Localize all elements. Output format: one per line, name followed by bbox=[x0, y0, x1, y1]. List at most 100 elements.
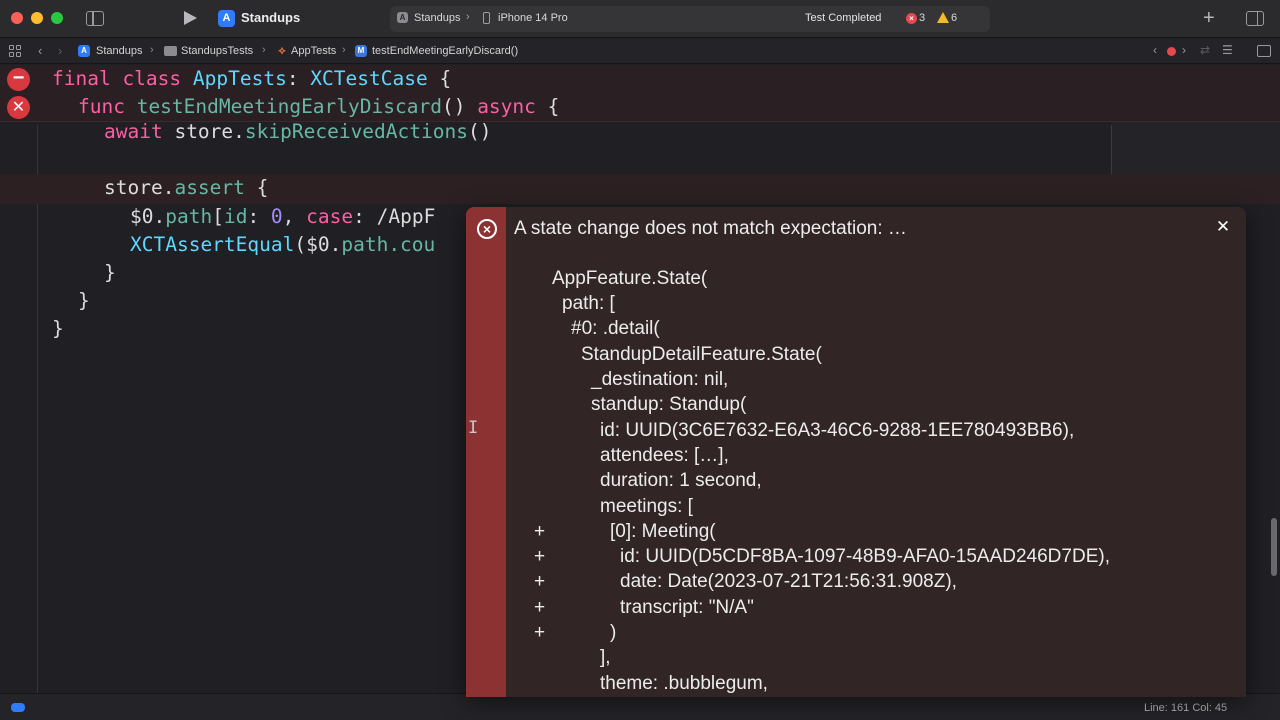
code-line-brace[interactable]: } bbox=[78, 289, 90, 312]
scheme-icon: A bbox=[397, 12, 408, 23]
chevron-right-icon: › bbox=[466, 11, 470, 23]
window-close-button[interactable] bbox=[11, 12, 23, 24]
ibeam-cursor-icon: I bbox=[468, 418, 479, 438]
title-bar: A Standups A Standups › iPhone 14 Pro Te… bbox=[0, 0, 1280, 38]
keyword: await bbox=[104, 120, 175, 143]
error-icon[interactable]: × bbox=[906, 13, 917, 24]
editor-options-icon[interactable]: ☰ bbox=[1222, 43, 1233, 57]
diff-line: path: [ bbox=[562, 293, 615, 314]
app-icon: A bbox=[78, 45, 90, 57]
diff-line: ], bbox=[600, 647, 611, 668]
diff-line: meetings: [ bbox=[600, 496, 693, 517]
forward-icon[interactable]: › bbox=[58, 43, 62, 58]
minimap[interactable] bbox=[1112, 122, 1280, 182]
diff-line: duration: 1 second, bbox=[600, 470, 762, 491]
diff-line: theme: .bubblegum, bbox=[600, 673, 768, 694]
split-editor-icon[interactable] bbox=[1257, 45, 1271, 57]
identifier: $0. bbox=[130, 205, 166, 228]
diff-line: standup: Standup( bbox=[591, 394, 747, 415]
diff-added-line: [0]: Meeting( bbox=[610, 521, 716, 542]
diff-added-marker: + bbox=[534, 521, 546, 542]
warning-icon[interactable] bbox=[937, 12, 949, 23]
function-name: testEndMeetingEarlyDiscard bbox=[136, 95, 442, 118]
superclass-name: XCTestCase bbox=[310, 67, 428, 90]
app-icon: A bbox=[218, 10, 235, 27]
breadcrumb-project[interactable]: Standups bbox=[96, 45, 142, 57]
indent-guide bbox=[37, 125, 38, 693]
code-line-await[interactable]: await store.skipReceivedActions() bbox=[104, 120, 491, 143]
run-icon[interactable] bbox=[184, 11, 197, 25]
error-minus-icon[interactable]: − bbox=[7, 68, 30, 91]
issue-error-icon[interactable] bbox=[1167, 47, 1176, 56]
punctuation: ($0. bbox=[294, 233, 342, 256]
inspector-toggle-icon[interactable] bbox=[1246, 11, 1264, 26]
code-line-assert[interactable]: store.assert { bbox=[104, 176, 268, 199]
code-line-func[interactable]: func testEndMeetingEarlyDiscard() async … bbox=[78, 95, 559, 118]
diff-line: attendees: […], bbox=[600, 445, 729, 466]
diff-line: #0: .detail( bbox=[571, 318, 660, 339]
error-count[interactable]: 3 bbox=[919, 12, 925, 24]
punctuation: : bbox=[286, 67, 311, 90]
vertical-scrollbar[interactable] bbox=[1271, 518, 1277, 576]
warning-count[interactable]: 6 bbox=[951, 12, 957, 24]
keyword: case bbox=[306, 205, 354, 228]
close-icon[interactable]: ✕ bbox=[1213, 217, 1233, 237]
chevron-right-icon: › bbox=[342, 44, 346, 56]
punctuation: [ bbox=[212, 205, 224, 228]
project-name[interactable]: Standups bbox=[241, 10, 300, 25]
breadcrumb-file[interactable]: AppTests bbox=[291, 45, 336, 57]
sidebar-toggle-icon[interactable] bbox=[86, 11, 104, 26]
diff-line: _destination: nil, bbox=[591, 369, 729, 390]
keyword: final class bbox=[52, 67, 193, 90]
code-line-xctassert[interactable]: XCTAssertEqual($0.path.cou bbox=[130, 233, 435, 256]
breadcrumb-group[interactable]: StandupsTests bbox=[181, 45, 253, 57]
window-zoom-button[interactable] bbox=[51, 12, 63, 24]
diff-line: AppFeature.State( bbox=[552, 268, 708, 289]
sticky-scope-header: − final class AppTests: XCTestCase { ✕ f… bbox=[0, 65, 1280, 122]
method-call: skipReceivedActions bbox=[244, 120, 468, 143]
back-icon[interactable]: ‹ bbox=[38, 43, 42, 58]
scheme-selector[interactable]: Standups bbox=[414, 12, 460, 24]
error-icon: × bbox=[477, 219, 497, 239]
error-x-icon[interactable]: ✕ bbox=[7, 96, 30, 119]
folder-icon bbox=[164, 46, 177, 56]
diff-added-marker: + bbox=[534, 597, 546, 618]
punctuation: : bbox=[247, 205, 271, 228]
debug-area-toggle-icon[interactable] bbox=[11, 703, 25, 712]
related-items-icon[interactable] bbox=[9, 45, 21, 57]
issue-popover: × A state change does not match expectat… bbox=[466, 207, 1246, 697]
add-icon[interactable]: + bbox=[1203, 7, 1215, 30]
keyword: async bbox=[477, 95, 536, 118]
issue-stripe bbox=[466, 207, 506, 697]
device-selector[interactable]: iPhone 14 Pro bbox=[498, 12, 568, 24]
number-literal: 0 bbox=[270, 205, 283, 228]
function-call: XCTAssertEqual bbox=[130, 233, 295, 256]
punctuation: { bbox=[535, 95, 560, 118]
diff-added-marker: + bbox=[534, 546, 546, 567]
property: path bbox=[341, 233, 389, 256]
breadcrumb-method[interactable]: testEndMeetingEarlyDiscard() bbox=[372, 45, 518, 57]
next-issue-icon[interactable]: › bbox=[1182, 43, 1186, 57]
swift-file-icon: ⟡ bbox=[278, 45, 286, 57]
punctuation: () bbox=[467, 120, 492, 143]
diff-line: StandupDetailFeature.State( bbox=[581, 344, 822, 365]
diff-added-line: date: Date(2023-07-21T21:56:31.908Z), bbox=[620, 571, 957, 592]
method-icon: M bbox=[355, 45, 367, 57]
identifier: store. bbox=[174, 120, 245, 143]
status-bar: Line: 161 Col: 45 bbox=[0, 693, 1280, 720]
code-line-path[interactable]: $0.path[id: 0, case: /AppF bbox=[130, 205, 435, 228]
class-name: AppTests bbox=[192, 67, 287, 90]
jump-bar: ‹ › A Standups › StandupsTests › ⟡ AppTe… bbox=[0, 39, 1280, 64]
issue-title[interactable]: A state change does not match expectatio… bbox=[514, 218, 907, 240]
cursor-position: Line: 161 Col: 45 bbox=[1144, 702, 1228, 714]
code-line-class[interactable]: final class AppTests: XCTestCase { bbox=[52, 67, 451, 90]
previous-issue-icon[interactable]: ‹ bbox=[1153, 43, 1157, 57]
diff-added-line: transcript: "N/A" bbox=[620, 597, 754, 618]
chevron-right-icon: › bbox=[262, 44, 266, 56]
activity-area bbox=[390, 6, 990, 32]
code-line-brace[interactable]: } bbox=[104, 261, 116, 284]
code-line-brace[interactable]: } bbox=[52, 317, 64, 340]
window-minimize-button[interactable] bbox=[31, 12, 43, 24]
refresh-icon[interactable]: ⇄ bbox=[1200, 43, 1210, 57]
diff-added-line: id: UUID(D5CDF8BA-1097-48B9-AFA0-15AAD24… bbox=[620, 546, 1110, 567]
